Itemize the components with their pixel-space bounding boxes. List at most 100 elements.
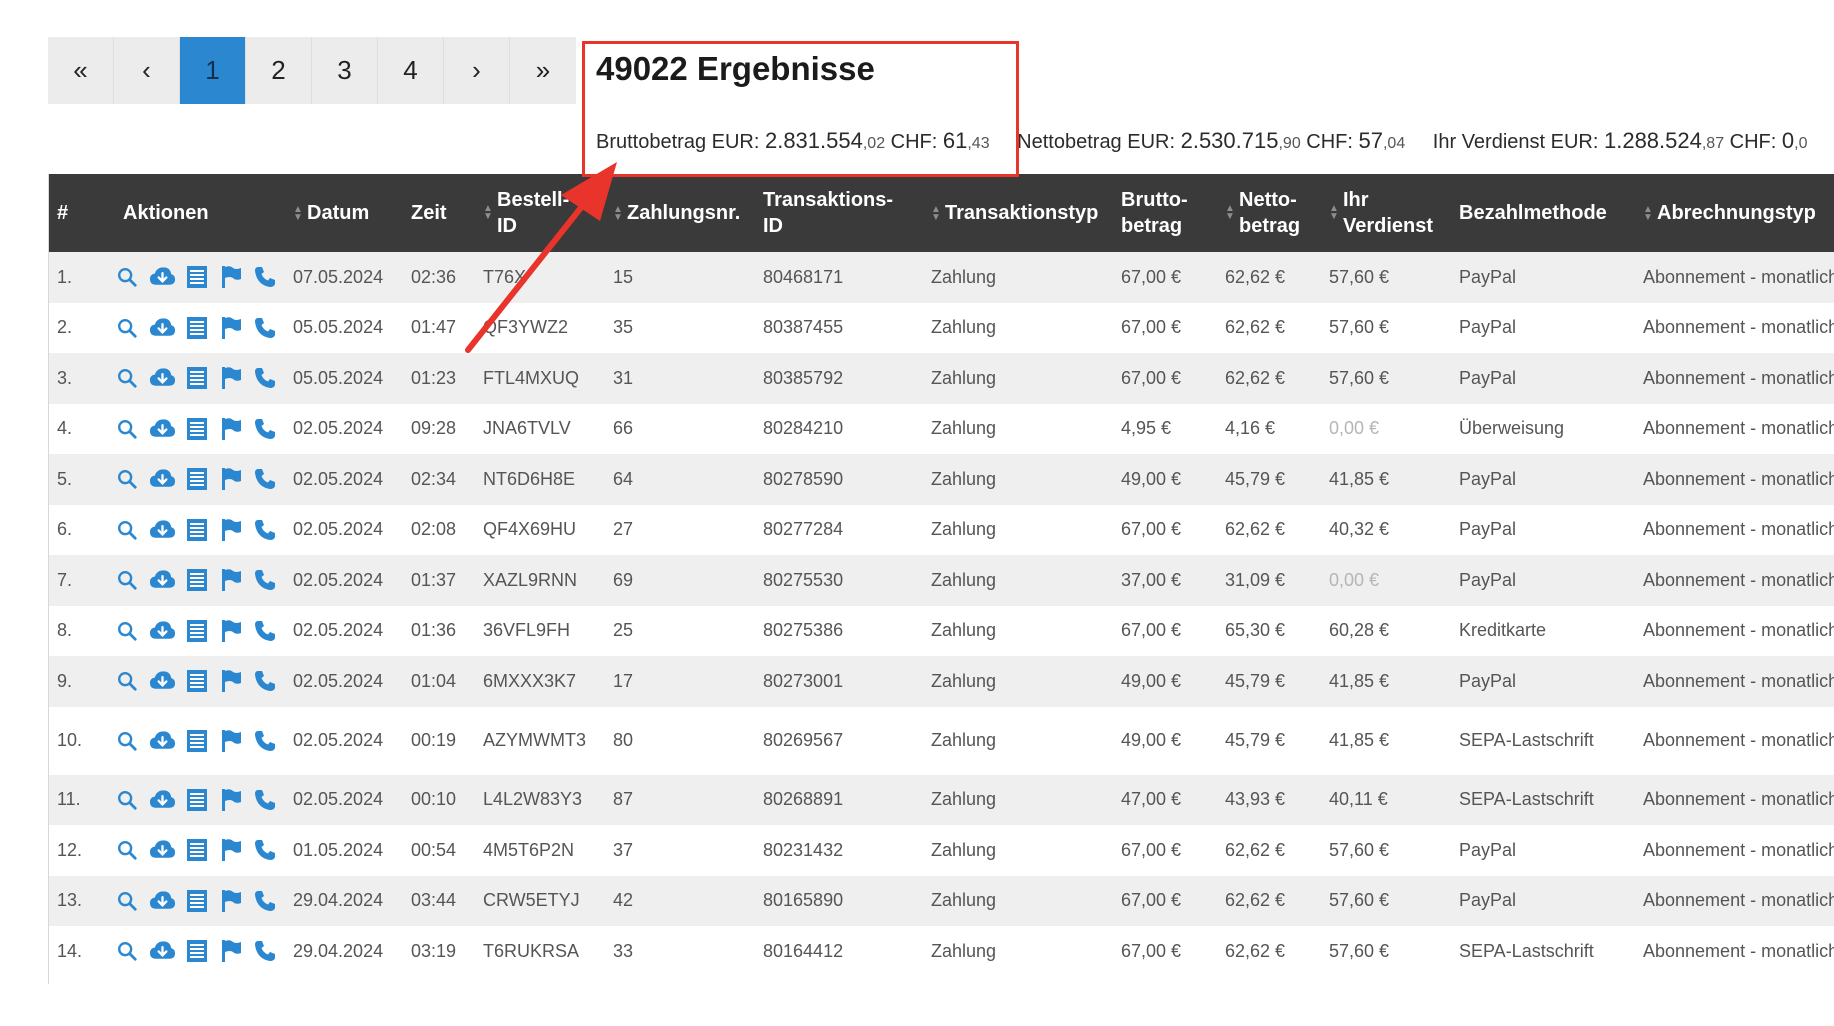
flag-icon[interactable] — [219, 727, 244, 754]
phone-icon[interactable] — [252, 837, 277, 864]
document-icon[interactable] — [185, 668, 210, 695]
page-next-button[interactable]: › — [444, 37, 510, 104]
row-transaction-type: Zahlung — [931, 620, 997, 641]
flag-icon[interactable] — [219, 365, 244, 392]
sort-icon[interactable]: ▲ ▼ — [1329, 204, 1341, 222]
document-icon[interactable] — [185, 516, 210, 543]
document-icon[interactable] — [185, 365, 210, 392]
page-first-button[interactable]: « — [48, 37, 114, 104]
flag-icon[interactable] — [219, 786, 244, 813]
flag-icon[interactable] — [219, 887, 244, 914]
document-icon[interactable] — [185, 567, 210, 594]
phone-icon[interactable] — [252, 887, 277, 914]
search-icon[interactable] — [115, 314, 140, 341]
col-header-payment-method[interactable]: Bezahlmethode — [1451, 174, 1635, 252]
search-icon[interactable] — [115, 837, 140, 864]
phone-icon[interactable] — [252, 415, 277, 442]
search-icon[interactable] — [115, 668, 140, 695]
page-1-button[interactable]: 1 — [180, 37, 246, 104]
phone-icon[interactable] — [252, 668, 277, 695]
search-icon[interactable] — [115, 264, 140, 291]
cloud-download-icon[interactable] — [149, 786, 176, 813]
cloud-download-icon[interactable] — [149, 887, 176, 914]
search-icon[interactable] — [115, 415, 140, 442]
flag-icon[interactable] — [219, 617, 244, 644]
document-icon[interactable] — [185, 617, 210, 644]
search-icon[interactable] — [115, 466, 140, 493]
row-net: 62,62 € — [1225, 266, 1286, 287]
col-header-order-id[interactable]: ▲ ▼Bestell- ID — [475, 174, 605, 252]
document-icon[interactable] — [185, 938, 210, 965]
cloud-download-icon[interactable] — [149, 567, 176, 594]
sort-icon[interactable]: ▲ ▼ — [1643, 204, 1655, 222]
phone-icon[interactable] — [252, 567, 277, 594]
cloud-download-icon[interactable] — [149, 938, 176, 965]
search-icon[interactable] — [115, 887, 140, 914]
page-4-button[interactable]: 4 — [378, 37, 444, 104]
phone-icon[interactable] — [252, 786, 277, 813]
search-icon[interactable] — [115, 365, 140, 392]
col-header-time[interactable]: Zeit — [403, 174, 475, 252]
flag-icon[interactable] — [219, 516, 244, 543]
flag-icon[interactable] — [219, 415, 244, 442]
document-icon[interactable] — [185, 887, 210, 914]
col-header-num[interactable]: # — [49, 174, 107, 252]
sort-icon[interactable]: ▲ ▼ — [1225, 204, 1237, 222]
flag-icon[interactable] — [219, 567, 244, 594]
cloud-download-icon[interactable] — [149, 314, 176, 341]
col-header-billing-type[interactable]: ▲ ▼ Abrechnungstyp — [1635, 174, 1834, 252]
phone-icon[interactable] — [252, 516, 277, 543]
flag-icon[interactable] — [219, 938, 244, 965]
flag-icon[interactable] — [219, 837, 244, 864]
cloud-download-icon[interactable] — [149, 837, 176, 864]
page-2-button[interactable]: 2 — [246, 37, 312, 104]
phone-icon[interactable] — [252, 365, 277, 392]
document-icon[interactable] — [185, 786, 210, 813]
cloud-download-icon[interactable] — [149, 264, 176, 291]
document-icon[interactable] — [185, 264, 210, 291]
search-icon[interactable] — [115, 617, 140, 644]
col-header-date[interactable]: ▲ ▼ Datum — [285, 174, 403, 252]
flag-icon[interactable] — [219, 314, 244, 341]
search-icon[interactable] — [115, 727, 140, 754]
cloud-download-icon[interactable] — [149, 516, 176, 543]
cloud-download-icon[interactable] — [149, 668, 176, 695]
phone-icon[interactable] — [252, 727, 277, 754]
search-icon[interactable] — [115, 786, 140, 813]
phone-icon[interactable] — [252, 938, 277, 965]
cloud-download-icon[interactable] — [149, 415, 176, 442]
cloud-download-icon[interactable] — [149, 365, 176, 392]
phone-icon[interactable] — [252, 264, 277, 291]
page-last-button[interactable]: » — [510, 37, 576, 104]
row-earnings: 57,60 € — [1329, 940, 1390, 961]
cloud-download-icon[interactable] — [149, 466, 176, 493]
page-prev-button[interactable]: ‹ — [114, 37, 180, 104]
col-header-payment-no[interactable]: ▲ ▼ Zahlungsnr. — [605, 174, 755, 252]
phone-icon[interactable] — [252, 314, 277, 341]
search-icon[interactable] — [115, 516, 140, 543]
cloud-download-icon[interactable] — [149, 617, 176, 644]
col-header-earnings[interactable]: ▲ ▼Ihr Verdienst — [1321, 174, 1451, 252]
col-header-transaction-type[interactable]: ▲ ▼ Transaktionstyp — [923, 174, 1113, 252]
flag-icon[interactable] — [219, 668, 244, 695]
col-header-transaction-id[interactable]: Transaktions- ID — [755, 174, 923, 252]
document-icon[interactable] — [185, 837, 210, 864]
search-icon[interactable] — [115, 938, 140, 965]
col-header-gross[interactable]: Brutto-betrag — [1113, 174, 1217, 252]
flag-icon[interactable] — [219, 264, 244, 291]
sort-icon[interactable]: ▲ ▼ — [293, 204, 305, 222]
sort-icon[interactable]: ▲ ▼ — [931, 204, 943, 222]
document-icon[interactable] — [185, 415, 210, 442]
col-header-net[interactable]: ▲ ▼Netto-betrag — [1217, 174, 1321, 252]
document-icon[interactable] — [185, 466, 210, 493]
phone-icon[interactable] — [252, 617, 277, 644]
document-icon[interactable] — [185, 727, 210, 754]
sort-icon[interactable]: ▲ ▼ — [483, 204, 495, 222]
page-3-button[interactable]: 3 — [312, 37, 378, 104]
flag-icon[interactable] — [219, 466, 244, 493]
search-icon[interactable] — [115, 567, 140, 594]
document-icon[interactable] — [185, 314, 210, 341]
sort-icon[interactable]: ▲ ▼ — [613, 204, 625, 222]
phone-icon[interactable] — [252, 466, 277, 493]
cloud-download-icon[interactable] — [149, 727, 176, 754]
